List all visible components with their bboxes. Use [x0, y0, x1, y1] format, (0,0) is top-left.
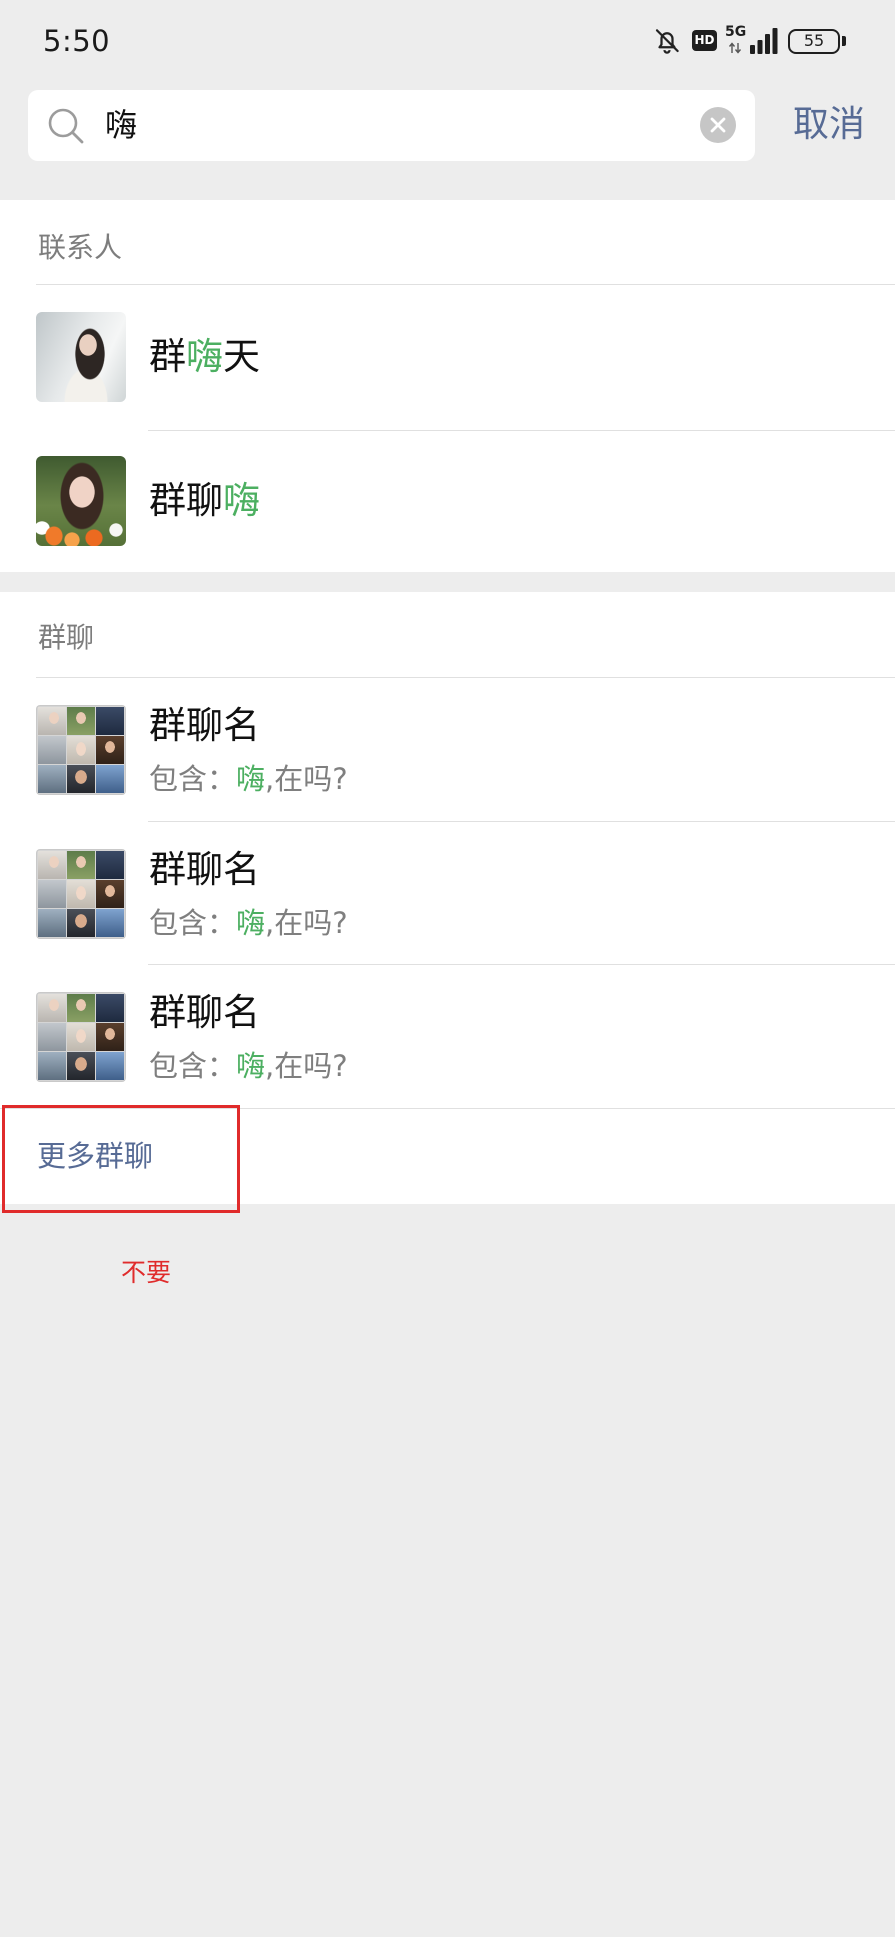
network-arrows-icon: [728, 42, 742, 54]
match-highlight: 嗨: [236, 1049, 266, 1083]
contact-row[interactable]: 群嗨天: [0, 285, 895, 430]
contact-name: 群聊嗨: [149, 476, 260, 526]
group-detail-prefix: 包含：: [149, 762, 237, 796]
search-input[interactable]: 嗨: [105, 90, 137, 161]
annotation-box: [2, 1105, 240, 1213]
signal-icon: [750, 28, 778, 54]
match-highlight: 嗨: [186, 335, 223, 378]
group-title: 群聊名: [149, 704, 260, 747]
group-title: 群聊名: [149, 991, 260, 1034]
group-avatar: [36, 992, 126, 1082]
contacts-section: 联系人 群嗨天 群聊嗨: [0, 200, 895, 572]
group-row[interactable]: 群聊名 包含：嗨,在吗?: [0, 965, 895, 1108]
section-header-groups: 群聊: [38, 621, 95, 654]
match-highlight: 嗨: [236, 906, 266, 940]
group-title: 群聊名: [149, 848, 260, 891]
battery-tip: [842, 36, 846, 46]
section-header-contacts: 联系人: [38, 231, 123, 264]
contact-row[interactable]: 群聊嗨: [0, 431, 895, 572]
contact-name-text: 天: [223, 335, 260, 378]
network-indicator: 5G: [725, 24, 749, 58]
group-detail: 包含：嗨,在吗?: [149, 759, 348, 799]
group-detail: 包含：嗨,在吗?: [149, 1046, 348, 1086]
group-detail-prefix: 包含：: [149, 1049, 237, 1083]
bell-off-icon: [655, 29, 679, 54]
group-detail-prefix: 包含：: [149, 906, 237, 940]
contact-avatar: [36, 456, 126, 546]
group-avatar: [36, 705, 126, 795]
group-detail-suffix: ,在吗?: [265, 762, 348, 796]
group-detail-suffix: ,在吗?: [265, 906, 348, 940]
match-highlight: 嗨: [236, 762, 266, 796]
screen: 5:50 HD 5G 55 嗨 取消 联系人 群嗨天 群聊嗨 群聊 群聊名 包含…: [0, 0, 895, 1937]
clear-icon[interactable]: [700, 107, 736, 143]
group-avatar: [36, 849, 126, 939]
contact-name: 群嗨天: [149, 332, 260, 382]
contact-name-text: 群聊: [149, 479, 223, 522]
group-row[interactable]: 群聊名 包含：嗨,在吗?: [0, 822, 895, 964]
battery-icon: 55: [788, 29, 840, 54]
contact-avatar: [36, 312, 126, 402]
contact-name-text: 群: [149, 335, 186, 378]
hd-badge: HD: [692, 30, 717, 51]
status-time: 5:50: [43, 24, 111, 58]
cancel-button[interactable]: 取消: [793, 100, 865, 150]
group-detail: 包含：嗨,在吗?: [149, 903, 348, 943]
status-bar: 5:50 HD 5G 55: [0, 0, 895, 82]
group-detail-suffix: ,在吗?: [265, 1049, 348, 1083]
group-row[interactable]: 群聊名 包含：嗨,在吗?: [0, 678, 895, 821]
match-highlight: 嗨: [223, 479, 260, 522]
network-label: 5G: [725, 24, 747, 40]
search-box[interactable]: 嗨: [28, 90, 755, 161]
annotation-note: 不要: [121, 1258, 172, 1287]
search-icon: [48, 108, 84, 144]
